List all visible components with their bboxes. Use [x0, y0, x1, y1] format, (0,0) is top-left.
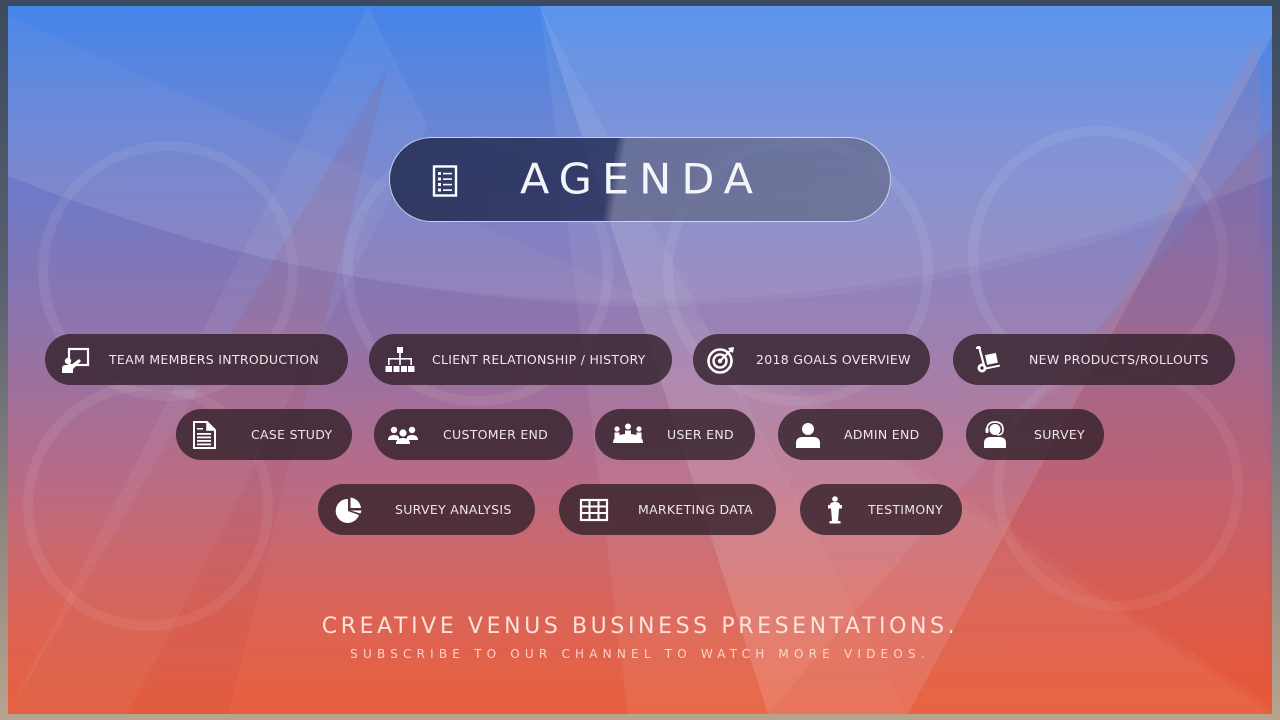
agenda-item-testimony[interactable]: TESTIMONY: [800, 484, 962, 535]
agenda-item-team-members-introduction[interactable]: TEAM MEMBERS INTRODUCTION: [45, 334, 348, 385]
headset-user-icon: [981, 421, 1011, 449]
agenda-item-label: USER END: [667, 427, 734, 442]
page-title: AGENDA: [520, 155, 764, 205]
table-grid-icon: [579, 496, 609, 524]
user-icon: [794, 421, 824, 449]
agenda-item-marketing-data[interactable]: MARKETING DATA: [559, 484, 776, 535]
agenda-item-label: TEAM MEMBERS INTRODUCTION: [109, 352, 320, 367]
agenda-item-client-relationship-history[interactable]: CLIENT RELATIONSHIP / HISTORY: [369, 334, 672, 385]
agenda-item-label: CASE STUDY: [251, 427, 333, 442]
agenda-item-label: TESTIMONY: [868, 502, 944, 517]
agenda-item-customer-end[interactable]: CUSTOMER END: [374, 409, 573, 460]
agenda-item-user-end[interactable]: USER END: [595, 409, 755, 460]
agenda-item-label: SURVEY ANALYSIS: [395, 502, 512, 517]
agenda-item-case-study[interactable]: CASE STUDY: [176, 409, 352, 460]
target-icon: [706, 346, 736, 374]
meeting-table-icon: [613, 421, 643, 449]
hand-truck-icon: [973, 346, 1003, 374]
agenda-item-label: SURVEY: [1034, 427, 1085, 442]
agenda-item-label: CUSTOMER END: [443, 427, 549, 442]
agenda-item-survey[interactable]: SURVEY: [966, 409, 1104, 460]
agenda-item-label: 2018 GOALS OVERVIEW: [756, 352, 911, 367]
agenda-item-admin-end[interactable]: ADMIN END: [778, 409, 943, 460]
agenda-item-label: MARKETING DATA: [638, 502, 753, 517]
agenda-item-new-products-rollouts[interactable]: NEW PRODUCTS/ROLLOUTS: [953, 334, 1235, 385]
footer-title: CREATIVE VENUS BUSINESS PRESENTATIONS.: [321, 614, 959, 639]
group-icon: [388, 421, 418, 449]
agenda-item-label: CLIENT RELATIONSHIP / HISTORY: [432, 352, 646, 367]
presentation-board-icon: [61, 346, 91, 374]
agenda-item-survey-analysis[interactable]: SURVEY ANALYSIS: [318, 484, 535, 535]
pie-chart-icon: [335, 496, 365, 524]
podium-speaker-icon: [820, 496, 850, 524]
document-icon: [192, 421, 218, 449]
list-document-icon: [432, 165, 460, 197]
org-chart-icon: [385, 346, 415, 374]
agenda-title-banner: AGENDA: [389, 137, 891, 222]
agenda-item-2018-goals-overview[interactable]: 2018 GOALS OVERVIEW: [693, 334, 930, 385]
agenda-item-label: ADMIN END: [844, 427, 920, 442]
agenda-slide: AGENDA TEAM MEMBERS INTRODUCTION CLIENT …: [8, 6, 1272, 714]
agenda-item-label: NEW PRODUCTS/ROLLOUTS: [1029, 352, 1209, 367]
footer-subtitle: SUBSCRIBE TO OUR CHANNEL TO WATCH MORE V…: [350, 647, 930, 661]
